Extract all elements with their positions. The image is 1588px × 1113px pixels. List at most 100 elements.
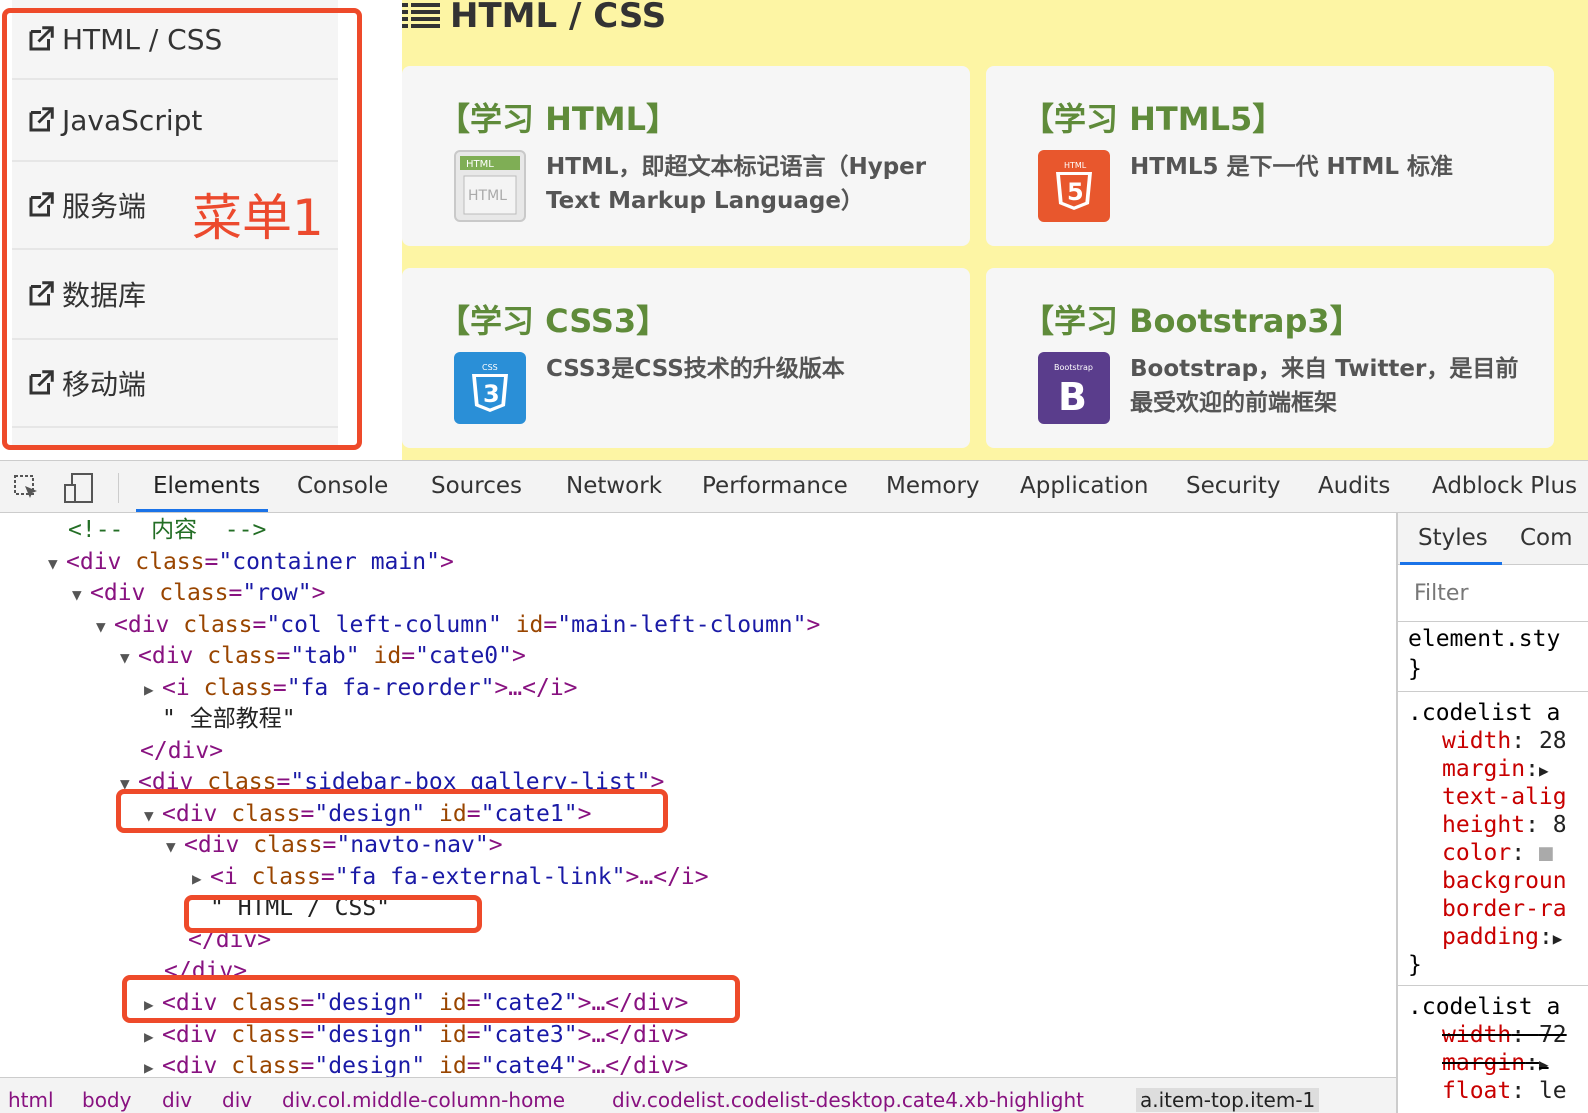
- tab-memory[interactable]: Memory: [886, 473, 980, 499]
- text-node-value: " 全部教程": [162, 706, 296, 732]
- breadcrumb-item[interactable]: div.col.middle-column-home: [282, 1088, 565, 1112]
- css-property[interactable]: text-alig: [1442, 783, 1567, 811]
- rule-selector[interactable]: .codelist a: [1408, 699, 1560, 727]
- css-property[interactable]: backgroun: [1442, 867, 1567, 895]
- collapse-triangle-icon[interactable]: ▶: [144, 674, 162, 705]
- css3-logo-icon: CSS 3: [454, 352, 526, 424]
- svg-text:B: B: [1058, 375, 1087, 419]
- css-property-overridden[interactable]: margin:▶: [1442, 1049, 1549, 1079]
- bootstrap-logo-icon: Bootstrap B: [1038, 352, 1110, 424]
- css-property[interactable]: padding:▶: [1442, 923, 1562, 953]
- breadcrumb-item-selected[interactable]: a.item-top.item-1: [1136, 1088, 1320, 1112]
- breadcrumb-item[interactable]: div.codelist.codelist-desktop.cate4.xb-h…: [612, 1088, 1084, 1112]
- styles-filter-input[interactable]: Filter: [1414, 581, 1468, 606]
- card-description: CSS3是CSS技术的升级版本: [546, 356, 845, 382]
- collapsed-content: …</div>: [591, 1053, 689, 1077]
- tab-console[interactable]: Console: [297, 473, 388, 499]
- comment-open: <!--: [68, 517, 152, 543]
- dom-node[interactable]: ▶ <i class="fa fa-reorder">…</i>: [144, 673, 578, 704]
- expand-triangle-icon[interactable]: ▼: [120, 642, 138, 673]
- svg-text:CSS: CSS: [482, 363, 498, 372]
- devtools-tab-bar: Elements Console Sources Network Perform…: [0, 461, 1588, 513]
- annotation-box-menu: [2, 8, 362, 450]
- tab-audits[interactable]: Audits: [1318, 473, 1390, 499]
- card-bootstrap3[interactable]: 【学习 Bootstrap3】 Bootstrap B Bootstrap，来自…: [986, 268, 1554, 448]
- expand-triangle-icon[interactable]: ▼: [48, 548, 66, 579]
- collapsed-content: …</div>: [591, 1022, 689, 1048]
- expand-triangle-icon[interactable]: ▼: [72, 579, 90, 610]
- tab-performance[interactable]: Performance: [702, 473, 848, 499]
- tab-security[interactable]: Security: [1186, 473, 1280, 499]
- collapsed-content: …</i>: [639, 864, 709, 890]
- collapse-triangle-icon[interactable]: ▶: [192, 863, 210, 894]
- element-style-selector[interactable]: element.sty: [1408, 625, 1560, 653]
- svg-text:HTML: HTML: [468, 188, 507, 204]
- dom-node[interactable]: ▼ <div class="tab" id="cate0">: [120, 641, 526, 672]
- css-property-overridden[interactable]: width: 72: [1442, 1021, 1567, 1049]
- css-property[interactable]: margin:▶: [1442, 755, 1549, 785]
- prop-name: height: [1442, 812, 1526, 838]
- dom-node[interactable]: ▼ <div class="col left-column" id="main-l…: [96, 610, 820, 641]
- attr-value: cate3: [494, 1022, 564, 1048]
- breadcrumb-item[interactable]: div: [162, 1088, 192, 1112]
- dom-tree: <!-- 内容 --> ▼ <div class="container main"…: [0, 513, 1396, 1077]
- reorder-icon: [402, 3, 440, 28]
- rule-selector[interactable]: .codelist a: [1408, 993, 1560, 1021]
- css-property[interactable]: width: 28: [1442, 727, 1567, 755]
- css-property[interactable]: color: ■: [1442, 839, 1553, 867]
- dom-node[interactable]: ▼ <div class="container main">: [48, 547, 454, 578]
- dom-node[interactable]: ▼ <div class="row">: [72, 578, 326, 609]
- prop-value: le: [1538, 1078, 1567, 1104]
- html5-logo-icon: HTML 5: [1038, 150, 1110, 222]
- attr-name: class: [159, 580, 229, 606]
- attr-name: id: [373, 643, 402, 669]
- toolbar-divider: [118, 473, 119, 503]
- card-html5[interactable]: 【学习 HTML5】 HTML 5 HTML5 是下一代 HTML 标准: [986, 66, 1554, 246]
- prop-value: ▶: [1552, 929, 1563, 948]
- device-toolbar-icon[interactable]: [62, 471, 96, 505]
- dom-close-tag[interactable]: </div>: [140, 736, 223, 767]
- tab-network[interactable]: Network: [566, 473, 662, 499]
- attr-value: main-left-cloumn: [571, 612, 793, 638]
- active-tab-indicator: [136, 509, 268, 512]
- card-title: 【学习 CSS3】: [438, 302, 669, 340]
- svg-text:5: 5: [1067, 178, 1084, 206]
- divider: [1398, 985, 1588, 986]
- rule-close-brace: }: [1408, 656, 1422, 682]
- breadcrumb-item[interactable]: div: [222, 1088, 252, 1112]
- attr-value: col left-column: [280, 612, 488, 638]
- annotation-box-cate2: [122, 975, 740, 1023]
- dom-node[interactable]: ▶ <div class="design" id="cate4">…</div>: [144, 1051, 688, 1077]
- tab-computed[interactable]: Com: [1520, 525, 1573, 551]
- tag-name: i: [223, 864, 238, 890]
- attr-name: class: [207, 643, 277, 669]
- collapse-triangle-icon[interactable]: ▶: [144, 1021, 162, 1052]
- svg-text:HTML: HTML: [466, 159, 494, 170]
- tab-application[interactable]: Application: [1020, 473, 1149, 499]
- css-property[interactable]: float: le: [1442, 1077, 1567, 1105]
- dom-node[interactable]: ▶ <i class="fa fa-external-link">…</i>: [192, 862, 709, 893]
- dom-node[interactable]: ▶ <div class="design" id="cate3">…</div>: [144, 1020, 688, 1051]
- css-property[interactable]: height: 8: [1442, 811, 1567, 839]
- breadcrumb-item[interactable]: body: [82, 1088, 131, 1112]
- inspect-element-icon[interactable]: [12, 473, 42, 503]
- tag-name: div: [197, 832, 240, 858]
- attr-value: fa fa-reorder: [300, 675, 481, 701]
- dom-comment-line[interactable]: <!-- 内容 -->: [68, 515, 266, 546]
- expand-triangle-icon[interactable]: ▼: [96, 611, 114, 642]
- card-html[interactable]: 【学习 HTML】 HTML HTML HTML，即超文本标记语言（Hyper …: [402, 66, 970, 246]
- tab-elements[interactable]: Elements: [153, 473, 260, 499]
- tab-styles[interactable]: Styles: [1418, 525, 1488, 551]
- card-title: 【学习 HTML】: [438, 100, 678, 138]
- card-css3[interactable]: 【学习 CSS3】 CSS 3 CSS3是CSS技术的升级版本: [402, 268, 970, 448]
- tag-name: div: [151, 643, 194, 669]
- attr-value: design: [328, 1022, 412, 1048]
- css-property[interactable]: border-ra: [1442, 895, 1567, 923]
- dom-text-node[interactable]: " 全部教程": [162, 704, 296, 735]
- expand-triangle-icon[interactable]: ▼: [166, 831, 184, 862]
- breadcrumb-item[interactable]: html: [8, 1088, 54, 1112]
- tab-adblock-plus[interactable]: Adblock Plus: [1432, 473, 1577, 499]
- collapse-triangle-icon[interactable]: ▶: [144, 1052, 162, 1077]
- tab-sources[interactable]: Sources: [431, 473, 522, 499]
- dom-node[interactable]: ▼ <div class="navto-nav">: [166, 830, 503, 861]
